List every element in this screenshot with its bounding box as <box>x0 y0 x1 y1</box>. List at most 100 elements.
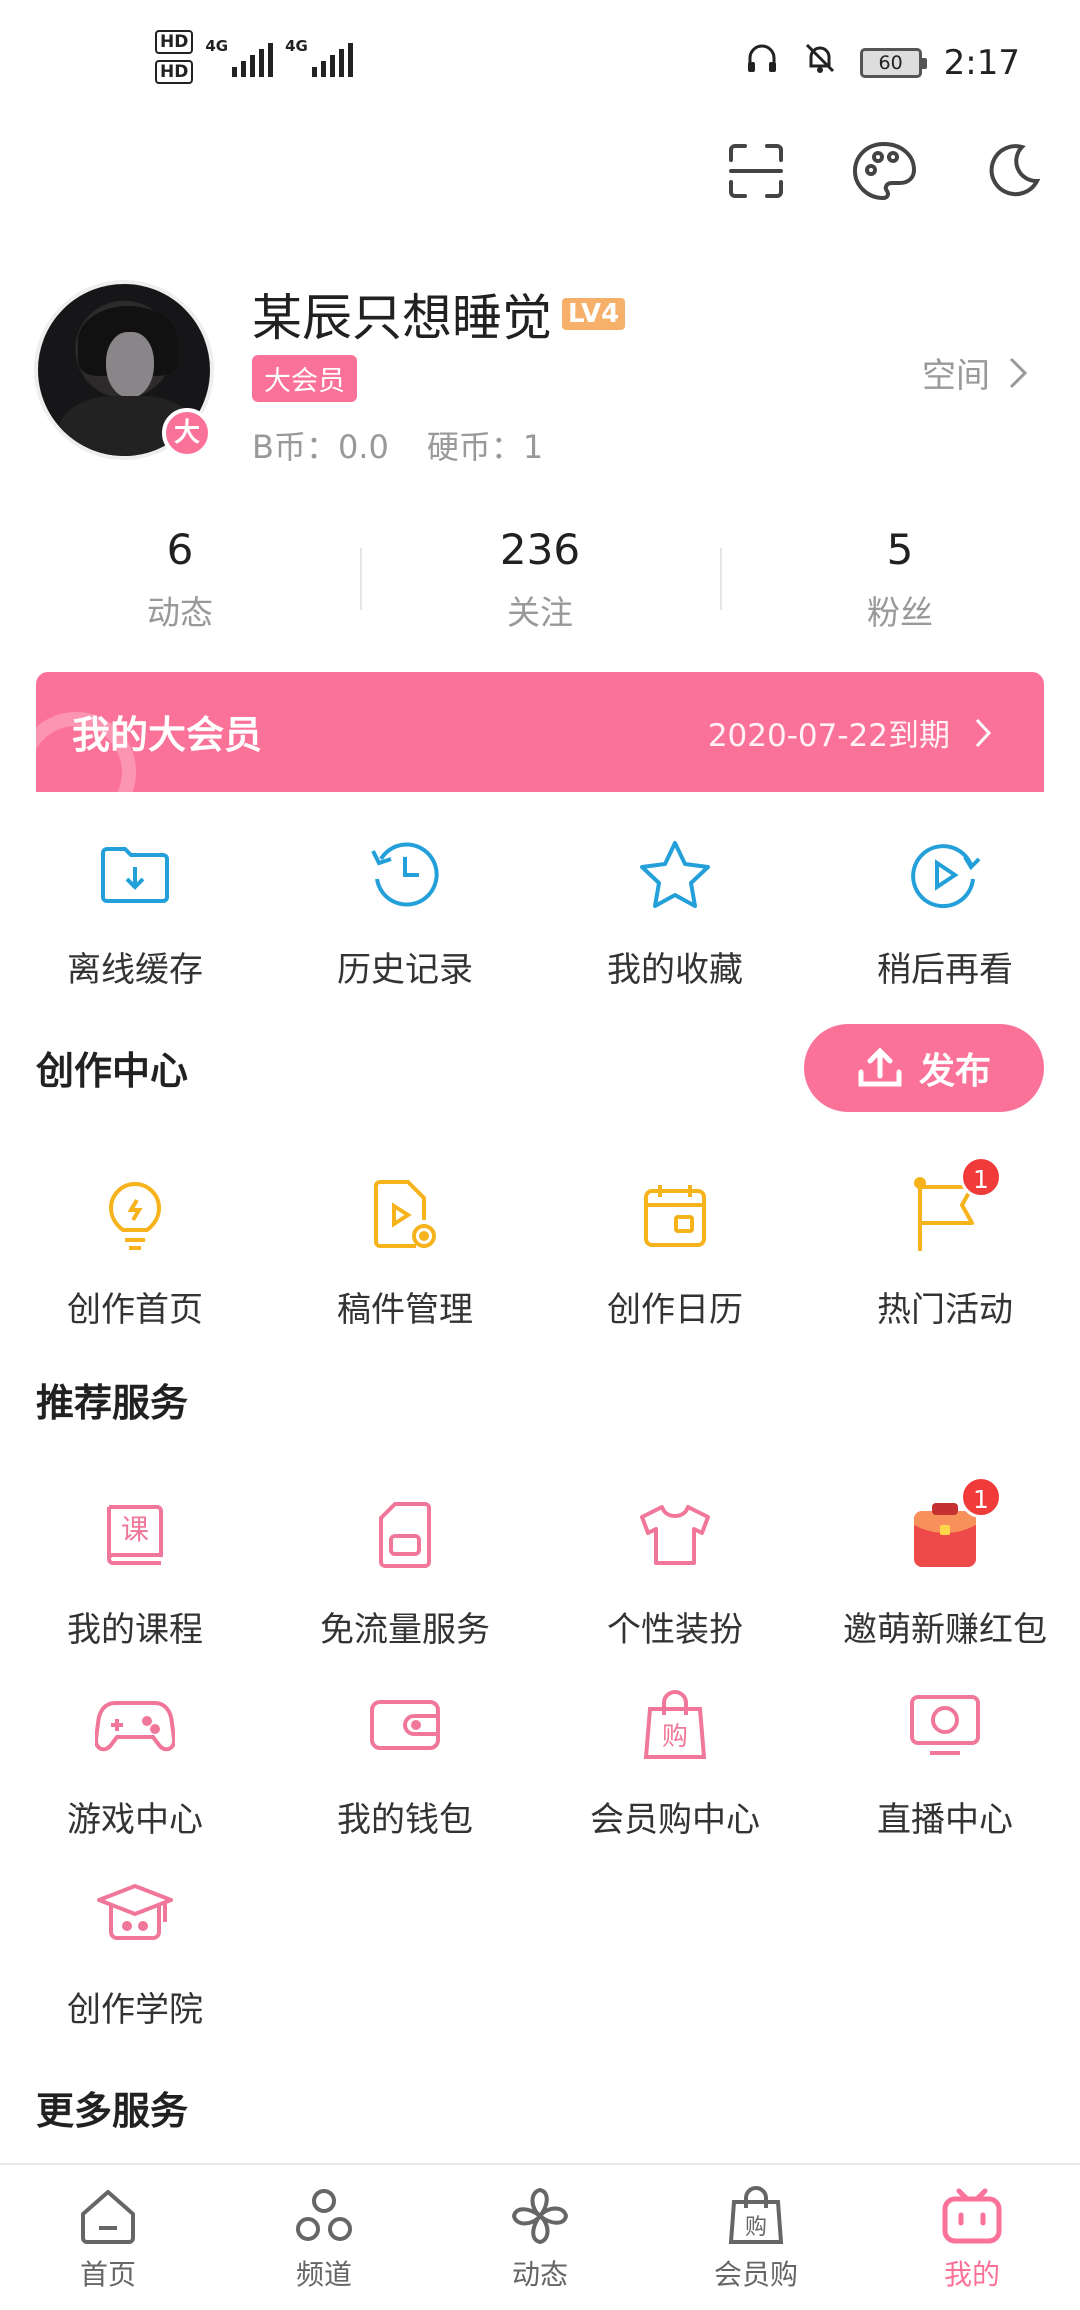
nav-vip-shop[interactable]: 购 会员购 <box>648 2165 864 2310</box>
course-glyph: 课 <box>121 1513 149 1546</box>
nav-home[interactable]: 首页 <box>0 2165 216 2310</box>
live-center-button[interactable]: 直播中心 <box>810 1680 1080 1841</box>
publish-label: 发布 <box>918 1051 991 1092</box>
signal-icon-1: 4G <box>205 37 274 77</box>
avatar-vip-badge: 大 <box>162 408 212 458</box>
nav-label: 首页 <box>79 2258 136 2291</box>
upload-icon <box>858 1048 902 1087</box>
invite-red-envelope-button[interactable]: 1 邀萌新赚红包 <box>810 1476 1080 1651</box>
my-courses-button[interactable]: 课 我的课程 <box>0 1490 270 1651</box>
creation-item-label: 创作日历 <box>607 1290 743 1330</box>
level-badge: LV4 <box>562 298 626 330</box>
notification-badge: 1 <box>960 1156 1002 1198</box>
stat-label: 动态 <box>147 593 213 632</box>
username-row[interactable]: 某辰只想睡觉 LV4 <box>252 278 626 350</box>
signal-icon-2: 4G <box>285 37 353 77</box>
publish-button[interactable]: 发布 <box>804 1024 1044 1112</box>
stat-value: 5 <box>886 525 914 574</box>
coin-balances: B币：0.0 硬币：1 <box>252 422 543 468</box>
hd-indicator-2: HD <box>155 60 194 84</box>
sim-card-icon <box>360 1490 450 1580</box>
quick-action-label: 历史记录 <box>337 950 473 990</box>
network-type-1: 4G <box>205 37 229 55</box>
creation-item-label: 创作首页 <box>67 1290 203 1330</box>
graduation-cap-icon <box>90 1870 180 1960</box>
service-label: 创作学院 <box>67 1990 203 2030</box>
stat-label: 粉丝 <box>867 593 933 632</box>
manuscript-icon <box>360 1170 450 1260</box>
stat-fans[interactable]: 5 粉丝 <box>720 520 1080 640</box>
manuscript-management-button[interactable]: 稿件管理 <box>270 1170 540 1331</box>
course-book-icon: 课 <box>90 1490 180 1580</box>
shopping-bag-icon: 购 <box>630 1680 720 1770</box>
nav-label: 会员购 <box>713 2258 798 2291</box>
username: 某辰只想睡觉 <box>252 289 552 347</box>
palette-icon[interactable] <box>851 138 917 204</box>
nav-channel[interactable]: 频道 <box>216 2165 432 2310</box>
more-services-title: 更多服务 <box>36 2089 189 2133</box>
nav-label: 动态 <box>511 2258 568 2291</box>
stat-value: 236 <box>499 525 581 574</box>
quick-action-label: 离线缓存 <box>67 950 203 990</box>
vip-banner[interactable]: 我的大会员 2020-07-22到期 <box>36 672 1044 792</box>
service-label: 直播中心 <box>877 1800 1013 1840</box>
b-coin-balance: B币：0.0 <box>252 428 389 466</box>
headphone-icon <box>744 40 780 85</box>
free-data-service-button[interactable]: 免流量服务 <box>270 1490 540 1651</box>
calendar-icon <box>630 1170 720 1260</box>
history-clock-icon <box>360 830 450 920</box>
favorites-button[interactable]: 我的收藏 <box>540 830 810 991</box>
quick-action-label: 稍后再看 <box>877 950 1013 990</box>
vip-banner-title: 我的大会员 <box>72 713 263 757</box>
history-button[interactable]: 历史记录 <box>270 830 540 991</box>
game-center-button[interactable]: 游戏中心 <box>0 1680 270 1841</box>
pinwheel-icon <box>432 2185 648 2247</box>
home-icon <box>0 2185 216 2247</box>
service-label: 会员购中心 <box>590 1800 760 1840</box>
gamepad-icon <box>90 1680 180 1770</box>
scan-icon[interactable] <box>723 138 789 204</box>
vip-shop-center-button[interactable]: 购 会员购中心 <box>540 1680 810 1841</box>
wallet-icon <box>360 1680 450 1770</box>
watch-later-icon <box>900 830 990 920</box>
shop-glyph: 购 <box>662 1722 688 1752</box>
quick-action-label: 我的收藏 <box>607 950 743 990</box>
space-link-label: 空间 <box>922 356 990 396</box>
status-bar: HD HD 4G 4G 60 2:17 <box>0 0 1080 120</box>
creation-academy-button[interactable]: 创作学院 <box>0 1870 270 2031</box>
offline-cache-button[interactable]: 离线缓存 <box>0 830 270 991</box>
notification-badge: 1 <box>960 1476 1002 1518</box>
moon-icon[interactable] <box>979 138 1045 204</box>
personal-dressup-button[interactable]: 个性装扮 <box>540 1490 810 1651</box>
stat-dynamics[interactable]: 6 动态 <box>0 520 360 640</box>
status-bar-signal: HD HD 4G 4G <box>155 30 353 84</box>
battery-icon: 60 <box>859 47 927 78</box>
watch-later-button[interactable]: 稍后再看 <box>810 830 1080 991</box>
nav-mine[interactable]: 我的 <box>864 2165 1080 2310</box>
vip-tag: 大会员 <box>252 355 357 402</box>
nav-dynamics[interactable]: 动态 <box>432 2165 648 2310</box>
hot-events-button[interactable]: 1 热门活动 <box>810 1156 1080 1331</box>
stat-following[interactable]: 236 关注 <box>360 520 720 640</box>
service-label: 免流量服务 <box>320 1610 490 1650</box>
vip-expiry: 2020-07-22到期 <box>708 710 992 755</box>
creation-calendar-button[interactable]: 创作日历 <box>540 1170 810 1331</box>
wallet-button[interactable]: 我的钱包 <box>270 1680 540 1841</box>
creation-home-button[interactable]: 创作首页 <box>0 1170 270 1331</box>
vip-expiry-date: 2020-07-22到期 <box>707 718 950 754</box>
bottom-nav: 首页 频道 动态 购 会员购 我的 <box>0 2163 1080 2310</box>
service-label: 邀萌新赚红包 <box>843 1610 1047 1650</box>
tshirt-icon <box>630 1490 720 1580</box>
status-bar-right: 60 2:17 <box>744 40 1020 85</box>
live-tv-icon <box>900 1680 990 1770</box>
chevron-right-icon <box>1009 357 1028 388</box>
avatar[interactable]: 大 <box>34 280 214 460</box>
nav-label: 频道 <box>295 2258 352 2291</box>
space-link[interactable]: 空间 <box>922 348 1028 397</box>
creation-center-title: 创作中心 <box>36 1049 189 1093</box>
red-envelope-icon: 1 <box>900 1476 1002 1580</box>
creation-item-label: 热门活动 <box>877 1290 1013 1330</box>
download-folder-icon <box>90 830 180 920</box>
mute-bell-icon <box>802 40 838 85</box>
service-label: 个性装扮 <box>607 1610 743 1650</box>
